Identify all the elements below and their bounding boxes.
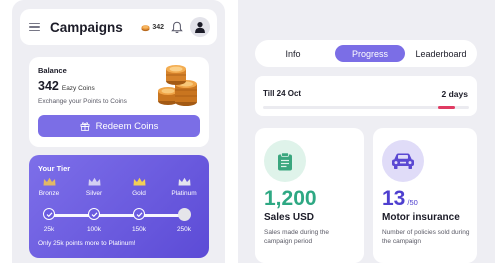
balance-unit: Eazy Coins bbox=[61, 85, 95, 92]
tier-platinum: Platinum bbox=[169, 177, 199, 197]
motor-number: 13 bbox=[382, 187, 406, 210]
motor-description: Number of policies sold during the campa… bbox=[382, 229, 470, 245]
balance-subtitle: Exchange your Points to Coins bbox=[38, 98, 127, 105]
tier-points: 25k bbox=[43, 226, 55, 233]
tier-name: Platinum bbox=[171, 190, 197, 197]
tier-node-reached bbox=[133, 208, 145, 220]
crown-icon bbox=[43, 177, 55, 186]
deadline-card: Till 24 Oct 2 days bbox=[255, 76, 477, 116]
tier-title: Your Tier bbox=[38, 164, 71, 173]
sales-icon-badge bbox=[264, 140, 306, 182]
page-title: Campaigns bbox=[50, 19, 123, 35]
crown-icon bbox=[88, 177, 100, 186]
deadline-progress-track bbox=[263, 106, 469, 109]
tier-name: Bronze bbox=[38, 190, 60, 197]
campaign-detail-panel: Info Progress Leaderboard Till 24 Oct 2 … bbox=[238, 0, 495, 263]
tier-bronze: Bronze bbox=[34, 177, 64, 197]
gift-icon bbox=[80, 122, 89, 131]
tier-note: Only 25k points more to Platinum! bbox=[38, 240, 136, 247]
tier-node-reached bbox=[43, 208, 55, 220]
clipboard-icon bbox=[278, 151, 292, 170]
car-icon bbox=[392, 153, 414, 169]
sales-value: 1,200 bbox=[264, 187, 317, 211]
balance-card: Balance 342 Eazy Coins Exchange your Poi… bbox=[29, 57, 209, 147]
tier-name: Silver bbox=[85, 190, 103, 197]
bell-icon[interactable] bbox=[171, 21, 183, 34]
balance-amount: 342 bbox=[38, 79, 59, 93]
coin-icon bbox=[141, 24, 150, 31]
tier-node-reached bbox=[88, 208, 100, 220]
crown-icon bbox=[178, 177, 190, 186]
motor-label: Motor insurance bbox=[382, 212, 460, 223]
hamburger-menu-icon[interactable] bbox=[29, 22, 40, 32]
motor-stat-card[interactable]: 13 /50 Motor insurance Number of policie… bbox=[373, 128, 477, 263]
coin-stack-icon bbox=[158, 65, 197, 106]
tier-points: 100k bbox=[86, 226, 102, 233]
tier-node-pending bbox=[177, 207, 191, 221]
tier-points: 250k bbox=[176, 226, 192, 233]
coin-balance-badge[interactable]: 342 bbox=[141, 23, 164, 32]
check-icon bbox=[91, 211, 97, 217]
check-icon bbox=[136, 211, 142, 217]
motor-icon-badge bbox=[382, 140, 424, 182]
sales-number: 1,200 bbox=[264, 187, 317, 210]
deadline-progress-fill bbox=[438, 106, 455, 109]
campaigns-phone-screen: Campaigns 342 Balance 342 Eazy Coins Exc bbox=[12, 0, 225, 263]
crown-icon bbox=[133, 177, 145, 186]
coin-count: 342 bbox=[152, 23, 164, 31]
redeem-label: Redeem Coins bbox=[95, 120, 159, 132]
tier-silver: Silver bbox=[79, 177, 109, 197]
tier-name: Gold bbox=[132, 190, 146, 197]
tab-leaderboard[interactable]: Leaderboard bbox=[410, 45, 472, 62]
tab-progress[interactable]: Progress bbox=[335, 45, 405, 62]
user-avatar-icon[interactable] bbox=[190, 17, 210, 37]
person-icon bbox=[195, 22, 205, 33]
motor-denominator: /50 bbox=[407, 198, 418, 207]
sales-stat-card[interactable]: 1,200 Sales USD Sales made during the ca… bbox=[255, 128, 364, 263]
tier-points: 150k bbox=[131, 226, 147, 233]
tab-info[interactable]: Info bbox=[263, 45, 323, 62]
tier-card: Your Tier Bronze Silver Gold Platinum 25 bbox=[29, 155, 209, 258]
balance-label: Balance bbox=[38, 66, 67, 75]
sales-description: Sales made during the campaign period bbox=[264, 229, 330, 245]
check-icon bbox=[46, 211, 52, 217]
redeem-coins-button[interactable]: Redeem Coins bbox=[38, 115, 200, 137]
tier-gold: Gold bbox=[124, 177, 154, 197]
tab-bar: Info Progress Leaderboard bbox=[255, 40, 477, 67]
balance-value: 342 Eazy Coins bbox=[38, 79, 95, 93]
deadline-remaining: 2 days bbox=[441, 89, 468, 99]
motor-value: 13 /50 bbox=[382, 187, 418, 211]
tier-progress-track bbox=[49, 214, 183, 217]
deadline-label: Till 24 Oct bbox=[263, 89, 302, 98]
app-header: Campaigns 342 bbox=[20, 9, 217, 45]
sales-label: Sales USD bbox=[264, 212, 315, 223]
